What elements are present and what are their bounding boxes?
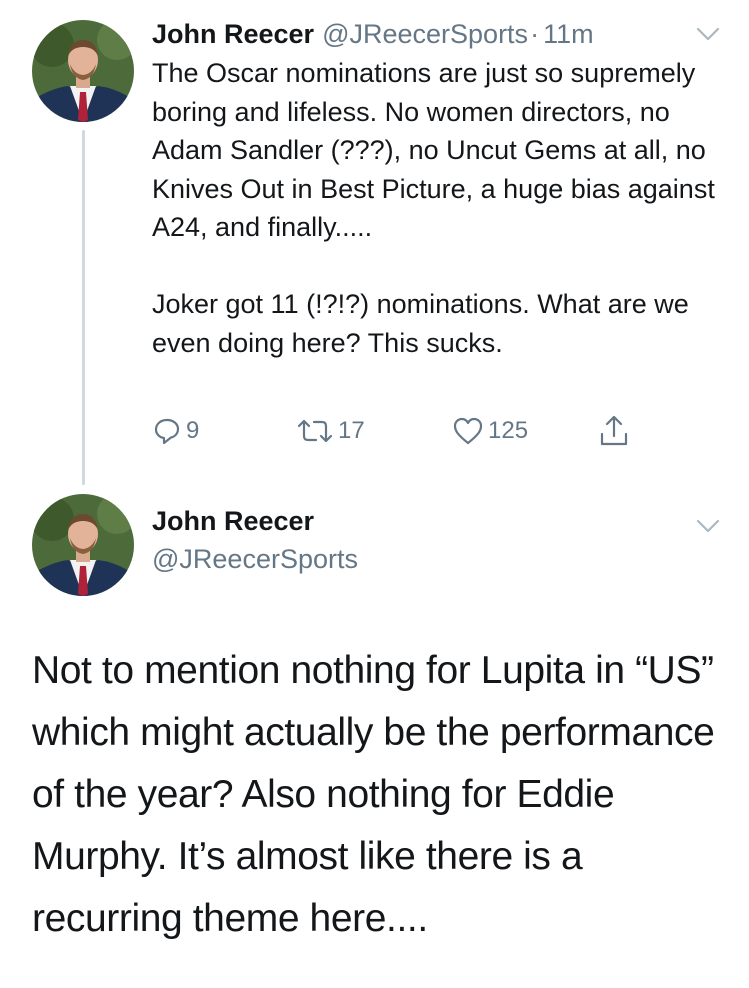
- retweet-button[interactable]: 17: [296, 416, 365, 446]
- profile-photo: [32, 20, 134, 122]
- time-separator: ·: [530, 18, 540, 49]
- retweet-icon: [296, 416, 334, 446]
- avatar-tweet1[interactable]: [32, 20, 134, 122]
- profile-photo: [32, 494, 134, 596]
- author-handle[interactable]: @JReecerSports: [322, 19, 528, 50]
- chevron-down-icon[interactable]: [696, 518, 720, 539]
- tweet-time[interactable]: 11m: [543, 19, 594, 50]
- heart-icon: [452, 416, 484, 446]
- author-handle-tweet2[interactable]: @JReecerSports: [152, 544, 358, 575]
- reply-icon: [152, 416, 182, 446]
- share-icon: [598, 414, 630, 448]
- tweet1-header: John Reecer @JReecerSports · 11m: [152, 16, 594, 52]
- author-name[interactable]: John Reecer: [152, 19, 314, 50]
- tweet2-text: Not to mention nothing for Lupita in “US…: [32, 649, 715, 940]
- reply-count: 9: [186, 417, 200, 444]
- share-button[interactable]: [598, 414, 630, 448]
- chevron-down-icon[interactable]: [696, 26, 720, 47]
- like-count: 125: [488, 417, 529, 444]
- thread-connector-line: [82, 130, 85, 485]
- retweet-count: 17: [338, 417, 365, 444]
- reply-button[interactable]: 9: [152, 416, 199, 446]
- avatar-tweet2[interactable]: [32, 494, 134, 596]
- like-button[interactable]: 125: [452, 416, 528, 446]
- author-name-tweet2[interactable]: John Reecer: [152, 506, 314, 537]
- tweet1-text: The Oscar nominations are just so suprem…: [152, 58, 715, 358]
